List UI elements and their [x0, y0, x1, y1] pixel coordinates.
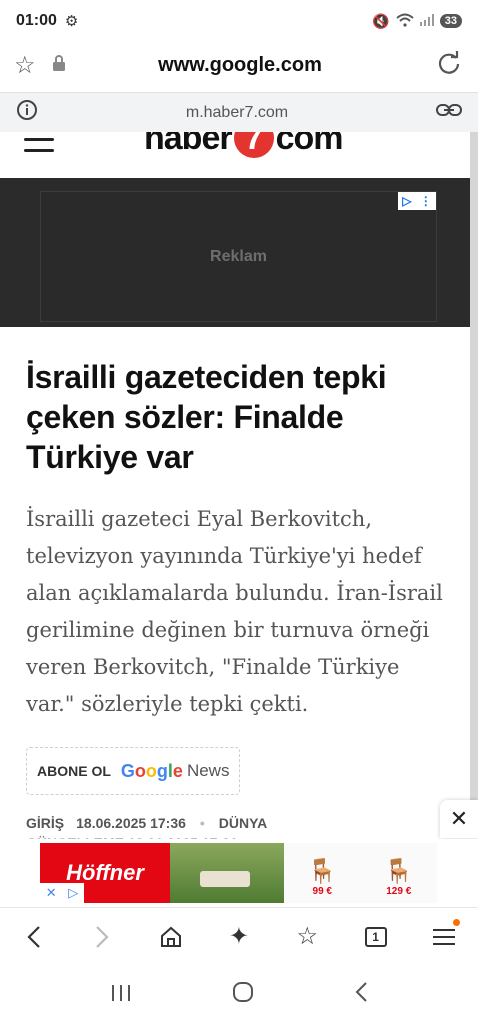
price-1: 99 €	[312, 886, 332, 897]
notification-dot	[452, 918, 460, 926]
bookmark-star-icon[interactable]: ☆	[14, 51, 44, 80]
recents-icon[interactable]	[110, 982, 132, 1008]
home-icon[interactable]	[157, 923, 185, 951]
close-ad-icon[interactable]: ✕	[440, 800, 478, 838]
garden-image[interactable]	[170, 843, 284, 903]
wifi-icon	[396, 13, 414, 30]
back-icon[interactable]	[20, 923, 48, 951]
reload-icon[interactable]	[436, 51, 464, 79]
ad-label: Reklam	[210, 247, 267, 265]
menu-icon[interactable]	[430, 918, 460, 951]
sparkle-icon[interactable]: ✦	[225, 923, 253, 951]
mute-icon: 🔇	[372, 12, 390, 29]
logo-number: 7	[233, 132, 274, 158]
ad-placeholder[interactable]: Reklam ▷ ⋮	[40, 191, 437, 322]
bookmarks-icon[interactable]: ☆	[293, 923, 321, 951]
browser-toolbar: ✦ ☆ 1	[0, 907, 478, 965]
hamburger-menu-icon[interactable]	[24, 138, 54, 160]
price-2: 129 €	[386, 886, 412, 897]
ad-marker-icon[interactable]: ✕ ▷	[40, 883, 84, 903]
signal-icon	[419, 13, 434, 29]
logo-left: haber	[144, 132, 233, 157]
google-wordmark: Google	[120, 760, 183, 781]
system-back-icon[interactable]	[354, 981, 368, 1009]
top-ad-area: Reklam ▷ ⋮	[0, 178, 478, 327]
article-headline: İsrailli gazeteciden tepki çeken sözler:…	[26, 359, 387, 475]
product-chair-2[interactable]: 🪑 129 €	[360, 843, 437, 903]
site-header: haber 7 com	[0, 132, 478, 178]
info-icon[interactable]	[16, 99, 38, 126]
page-scrollbar[interactable]	[470, 132, 478, 832]
page-info-bar: m.haber7.com	[0, 92, 478, 132]
url-host[interactable]: www.google.com	[76, 54, 404, 77]
status-bar: 01:00 ⚙ 🔇 33	[0, 0, 478, 42]
chair-icon: 🪑	[383, 858, 414, 885]
category-link[interactable]: DÜNYA	[219, 815, 268, 831]
giris-date: 18.06.2025 17:36	[76, 815, 186, 831]
abone-label: ABONE OL	[37, 763, 111, 779]
link-icon[interactable]	[436, 103, 462, 122]
article-meta: GİRİŞ 18.06.2025 17:36 • DÜNYA	[26, 815, 444, 831]
product-chair-1[interactable]: 🪑 99 €	[284, 843, 361, 903]
bottom-banner-ad[interactable]: Höffner 🪑 99 € 🪑 129 € ✕ ▷	[0, 839, 478, 907]
settings-gear-icon: ⚙	[64, 13, 79, 30]
status-icons: 🔇 33	[372, 13, 462, 30]
battery-indicator: 33	[439, 14, 462, 28]
lock-icon[interactable]	[52, 54, 76, 76]
browser-url-bar[interactable]: ☆ www.google.com	[0, 42, 478, 88]
system-nav-bar	[0, 965, 478, 1024]
logo-right: com	[275, 132, 344, 157]
home-circle-icon[interactable]	[232, 981, 254, 1009]
google-news-subscribe-button[interactable]: ABONE OL Google News	[26, 747, 241, 795]
article-summary: İsrailli gazeteci Eyal Berkovitch, telev…	[26, 507, 443, 716]
forward-icon[interactable]	[88, 923, 116, 951]
article: İsrailli gazeteciden tepki çeken sözler:…	[0, 327, 470, 843]
chair-icon: 🪑	[307, 858, 338, 885]
giris-label: GİRİŞ	[26, 815, 65, 831]
meta-separator: •	[199, 815, 205, 831]
adchoices-icon[interactable]: ▷ ⋮	[398, 192, 436, 210]
site-logo[interactable]: haber 7 com	[144, 132, 344, 158]
news-label: News	[186, 761, 230, 780]
page-domain: m.haber7.com	[185, 103, 289, 121]
tabs-icon[interactable]: 1	[362, 923, 390, 951]
status-time: 01:00	[16, 12, 57, 29]
